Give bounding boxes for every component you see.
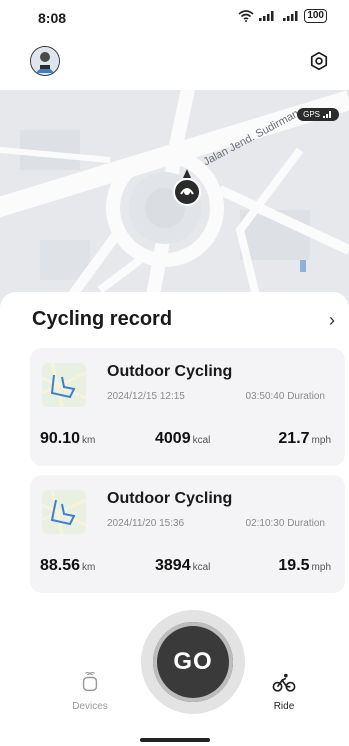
- avatar[interactable]: [30, 46, 60, 76]
- record-date: 2024/11/20 15:36: [107, 518, 185, 529]
- home-indicator: [140, 738, 210, 742]
- gps-signal-icon: [323, 111, 331, 118]
- gps-label: GPS: [303, 110, 320, 119]
- section-title: Cycling record: [32, 308, 173, 330]
- record-calories: 4009 kcal: [155, 430, 210, 448]
- nav-devices[interactable]: Devices: [60, 671, 120, 712]
- status-time: 8:08: [38, 10, 67, 26]
- go-button-ring: GO: [141, 610, 245, 714]
- record-title: Outdoor Cycling: [107, 490, 233, 507]
- route-thumbnail: [42, 490, 86, 534]
- wifi-icon: [238, 10, 254, 22]
- record-card[interactable]: Outdoor Cycling 2024/11/20 15:36 02:10:3…: [30, 475, 345, 593]
- avatar-image: [31, 47, 59, 75]
- record-date: 2024/12/15 12:15: [107, 391, 185, 402]
- gps-badge: GPS: [297, 108, 339, 121]
- record-duration: 03:50:40 Duration: [245, 391, 325, 402]
- go-button[interactable]: GO: [153, 622, 233, 702]
- watch-icon: [82, 671, 98, 692]
- nav-devices-label: Devices: [72, 701, 108, 712]
- calories-unit: kcal: [192, 435, 211, 446]
- route-thumbnail: [42, 363, 86, 407]
- battery-indicator: 100: [304, 9, 327, 23]
- record-title: Outdoor Cycling: [107, 363, 233, 380]
- route-map-image: [42, 490, 86, 534]
- calories-value: 4009: [155, 430, 191, 447]
- distance-value: 88.56: [40, 557, 81, 574]
- record-speed: 19.5 mph: [278, 557, 331, 575]
- speed-unit: mph: [311, 435, 331, 446]
- record-speed: 21.7 mph: [278, 430, 331, 448]
- bicycle-icon: [272, 673, 296, 692]
- record-card[interactable]: Outdoor Cycling 2024/12/15 12:15 03:50:4…: [30, 348, 345, 466]
- nav-ride-label: Ride: [273, 701, 295, 712]
- record-distance: 90.10 km: [40, 430, 95, 448]
- nav-ride[interactable]: Ride: [254, 672, 314, 712]
- status-icons: 100: [238, 9, 327, 23]
- status-bar: 8:08 100: [0, 0, 349, 36]
- calories-unit: kcal: [192, 562, 211, 573]
- route-map-image: [42, 363, 86, 407]
- gear-icon[interactable]: [309, 51, 329, 71]
- record-calories: 3894 kcal: [155, 557, 210, 575]
- chevron-right-icon[interactable]: ›: [329, 310, 335, 331]
- calories-value: 3894: [155, 557, 191, 574]
- signal-icon: [259, 11, 274, 21]
- distance-unit: km: [82, 562, 96, 573]
- location-pin-icon: [173, 169, 201, 206]
- signal-icon-2: [283, 11, 298, 21]
- distance-value: 90.10: [40, 430, 81, 447]
- record-duration: 02:10:30 Duration: [245, 518, 325, 529]
- record-distance: 88.56 km: [40, 557, 95, 575]
- top-bar: [0, 36, 349, 90]
- distance-unit: km: [82, 435, 96, 446]
- speed-value: 19.5: [278, 557, 310, 574]
- speed-unit: mph: [311, 562, 331, 573]
- speed-value: 21.7: [278, 430, 310, 447]
